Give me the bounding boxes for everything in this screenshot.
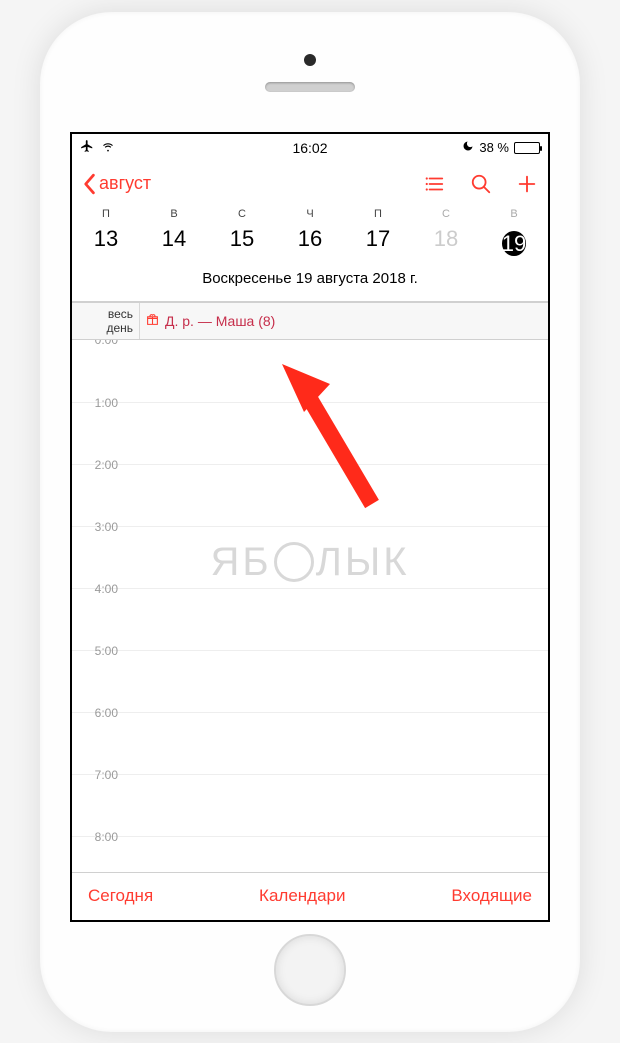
day-cell[interactable]: 17: [344, 226, 412, 262]
nav-bar: август: [72, 162, 548, 206]
time-grid[interactable]: 0:00 1:00 2:00 3:00 4:00 5:00 6:00 7:00 …: [72, 340, 548, 872]
full-date-label: Воскресенье 19 августа 2018 г.: [72, 262, 548, 293]
add-event-icon[interactable]: [516, 173, 538, 195]
day-cell[interactable]: 15: [208, 226, 276, 262]
all-day-event[interactable]: Д. р. — Маша (8): [140, 303, 548, 339]
week-header: П В С Ч П С В 13 14 15 16 17 18 19 Воскр…: [72, 206, 548, 302]
weekday-label: С: [208, 208, 276, 220]
hour-row: 3:00: [72, 526, 548, 588]
screen: 16:02 38 % август: [70, 132, 550, 922]
day-cell[interactable]: 19: [480, 226, 548, 262]
hour-label: 5:00: [72, 644, 126, 658]
home-button[interactable]: [274, 934, 346, 1006]
hour-row: 0:00: [72, 340, 548, 402]
weekday-label: П: [72, 208, 140, 220]
sensor-dot: [304, 54, 316, 66]
calendars-button[interactable]: Календари: [259, 886, 345, 906]
airplane-mode-icon: [80, 139, 94, 156]
weekday-label: П: [344, 208, 412, 220]
hour-label: 8:00: [72, 830, 126, 844]
day-cell[interactable]: 13: [72, 226, 140, 262]
search-icon[interactable]: [470, 173, 492, 195]
day-cell[interactable]: 16: [276, 226, 344, 262]
day-cell[interactable]: 14: [140, 226, 208, 262]
chevron-left-icon: [82, 173, 96, 195]
list-view-icon[interactable]: [424, 173, 446, 195]
today-button[interactable]: Сегодня: [88, 886, 153, 906]
weekday-label: Ч: [276, 208, 344, 220]
weekday-label: В: [480, 208, 548, 220]
hour-row: 1:00: [72, 402, 548, 464]
hour-label: 3:00: [72, 520, 126, 534]
wifi-icon: [100, 139, 116, 156]
weekday-label: В: [140, 208, 208, 220]
bottom-toolbar: Сегодня Календари Входящие: [72, 872, 548, 920]
hour-label: 4:00: [72, 582, 126, 596]
day-cell[interactable]: 18: [412, 226, 480, 262]
hour-label: 0:00: [72, 340, 126, 347]
back-label: август: [99, 173, 151, 194]
dnd-moon-icon: [462, 140, 474, 155]
speaker-slot: [265, 82, 355, 92]
all-day-row: весь день Д. р. — Маша (8): [72, 302, 548, 340]
hour-row: 2:00: [72, 464, 548, 526]
phone-frame: 16:02 38 % август: [40, 12, 580, 1032]
weekday-label: С: [412, 208, 480, 220]
event-title: Д. р. — Маша (8): [165, 313, 275, 329]
hour-label: 2:00: [72, 458, 126, 472]
hour-row: 8:00: [72, 836, 548, 872]
hour-row: 7:00: [72, 774, 548, 836]
back-button[interactable]: август: [82, 173, 424, 195]
hour-label: 1:00: [72, 396, 126, 410]
battery-icon: [514, 142, 540, 154]
status-time: 16:02: [233, 140, 386, 156]
hour-label: 7:00: [72, 768, 126, 782]
gift-icon: [146, 313, 159, 329]
daynum-row: 13 14 15 16 17 18 19: [72, 226, 548, 262]
hour-row: 5:00: [72, 650, 548, 712]
inbox-button[interactable]: Входящие: [451, 886, 532, 906]
hour-row: 6:00: [72, 712, 548, 774]
battery-percent: 38 %: [479, 140, 509, 155]
weekday-row: П В С Ч П С В: [72, 208, 548, 220]
hour-label: 6:00: [72, 706, 126, 720]
all-day-label: весь день: [72, 303, 140, 339]
hour-row: 4:00: [72, 588, 548, 650]
status-bar: 16:02 38 %: [72, 134, 548, 162]
